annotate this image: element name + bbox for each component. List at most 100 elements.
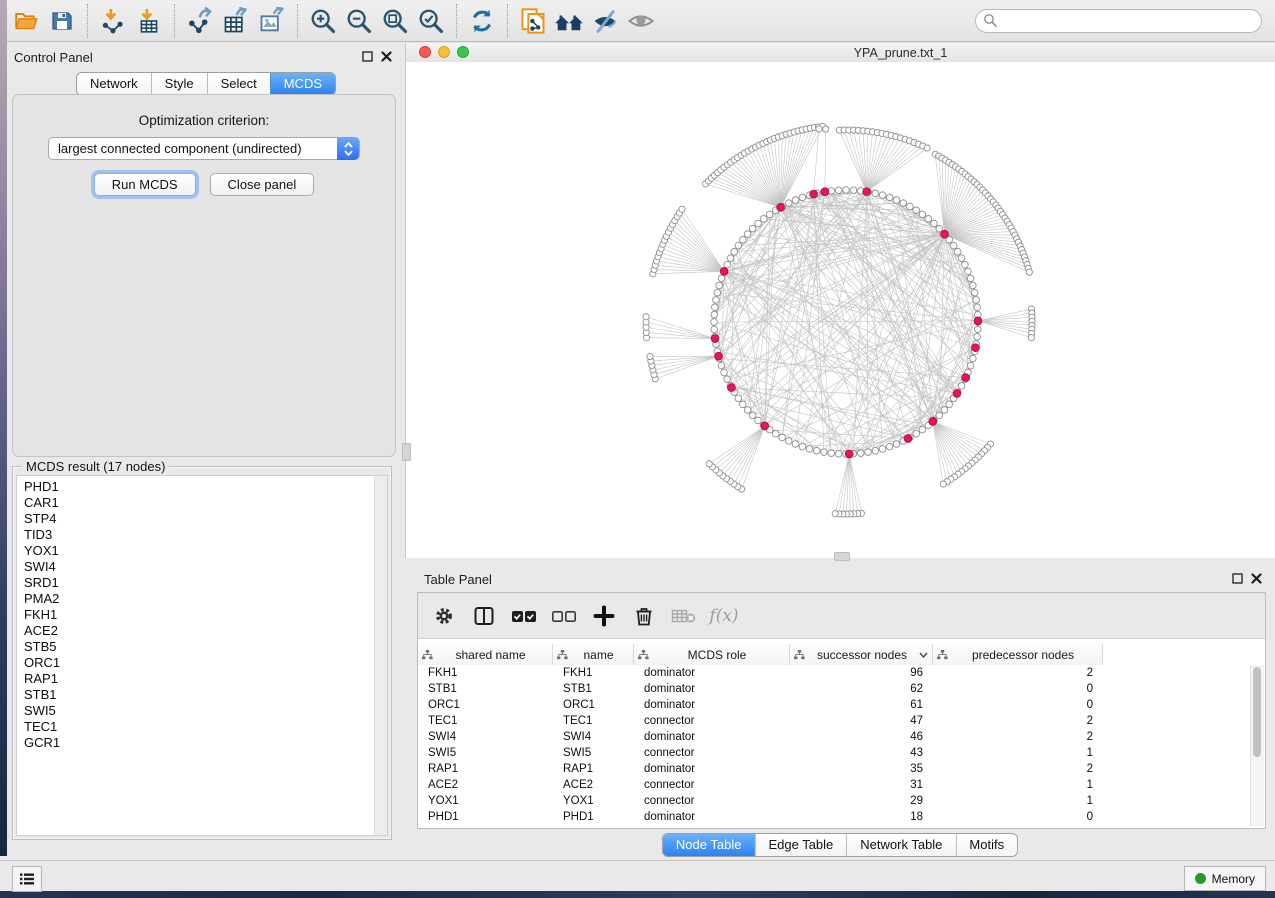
table-scrollbar[interactable] [1250,665,1264,826]
cell-mcds-role[interactable]: dominator [634,697,790,713]
table-row[interactable]: FKH1FKH1dominator962 [418,665,1264,681]
vertical-splitter-grip[interactable] [402,443,411,461]
cell-mcds-role[interactable]: dominator [634,665,790,681]
table-row[interactable]: SWI5SWI5connector431 [418,745,1264,761]
mcds-result-item[interactable]: SRD1 [24,575,387,591]
table-row[interactable]: SWI4SWI4dominator462 [418,729,1264,745]
column-header-MCDS-role[interactable]: MCDS role [634,644,790,665]
cell-name[interactable]: ACE2 [553,777,634,793]
cell-successor-nodes[interactable]: 18 [790,809,933,825]
float-panel-icon[interactable] [362,51,373,62]
tab-node-table[interactable]: Node Table [663,834,755,856]
cell-name[interactable]: TEC1 [553,713,634,729]
table-row[interactable]: ACE2ACE2connector311 [418,777,1264,793]
go-home-icon[interactable] [551,4,587,38]
import-network-icon[interactable] [95,4,131,38]
table-row[interactable]: STB1STB1dominator620 [418,681,1264,697]
mcds-result-item[interactable]: SWI5 [24,703,387,719]
mcds-result-item[interactable]: YOX1 [24,543,387,559]
mcds-result-item[interactable]: PMA2 [24,591,387,607]
cell-predecessor-nodes[interactable]: 1 [933,777,1103,793]
cell-predecessor-nodes[interactable]: 0 [933,809,1103,825]
function-builder-icon[interactable]: f(x) [710,602,738,630]
network-window-titlebar[interactable]: YPA_prune.txt_1 [406,43,1275,63]
cell-successor-nodes[interactable]: 96 [790,665,933,681]
cell-predecessor-nodes[interactable]: 0 [933,681,1103,697]
cell-shared-name[interactable]: ACE2 [418,777,553,793]
cell-successor-nodes[interactable]: 47 [790,713,933,729]
run-mcds-button[interactable]: Run MCDS [94,173,196,196]
clone-network-icon[interactable] [515,4,551,38]
apply-layout-icon[interactable] [464,4,500,38]
delete-table-icon[interactable] [670,602,698,630]
cell-shared-name[interactable]: SWI4 [418,729,553,745]
mcds-result-item[interactable]: SWI4 [24,559,387,575]
mcds-result-item[interactable]: FKH1 [24,607,387,623]
cell-name[interactable]: PHD1 [553,809,634,825]
column-header-shared-name[interactable]: shared name [418,644,553,665]
open-session-icon[interactable] [8,4,44,38]
memory-button[interactable]: Memory [1184,866,1266,891]
show-graphics-details-icon[interactable] [623,4,659,38]
cell-predecessor-nodes[interactable]: 1 [933,745,1103,761]
zoom-in-icon[interactable] [305,4,341,38]
tab-motifs[interactable]: Motifs [955,834,1017,856]
table-scrollbar-thumb[interactable] [1253,667,1261,757]
cell-successor-nodes[interactable]: 31 [790,777,933,793]
mcds-result-item[interactable]: STB5 [24,639,387,655]
cell-mcds-role[interactable]: connector [634,713,790,729]
export-table-icon[interactable] [218,4,254,38]
column-header-predecessor-nodes[interactable]: predecessor nodes [933,644,1103,665]
column-header-successor-nodes[interactable]: successor nodes [790,644,933,665]
close-panel-icon[interactable] [381,51,392,62]
cell-name[interactable]: FKH1 [553,665,634,681]
cell-mcds-role[interactable]: connector [634,793,790,809]
select-all-rows-icon[interactable] [510,602,538,630]
close-table-panel-icon[interactable] [1251,573,1262,584]
cell-successor-nodes[interactable]: 62 [790,681,933,697]
cell-mcds-role[interactable]: dominator [634,681,790,697]
float-table-panel-icon[interactable] [1232,573,1243,584]
table-row[interactable]: TEC1TEC1connector472 [418,713,1264,729]
mcds-result-item[interactable]: CAR1 [24,495,387,511]
mcds-result-item[interactable]: STP4 [24,511,387,527]
cell-mcds-role[interactable]: dominator [634,809,790,825]
cell-mcds-role[interactable]: dominator [634,729,790,745]
tab-network-table[interactable]: Network Table [846,834,955,856]
mcds-result-item[interactable]: STB1 [24,687,387,703]
cell-name[interactable]: SWI5 [553,745,634,761]
cell-predecessor-nodes[interactable]: 2 [933,761,1103,777]
cell-name[interactable]: STB1 [553,681,634,697]
import-table-icon[interactable] [131,4,167,38]
show-columns-icon[interactable] [470,602,498,630]
cell-predecessor-nodes[interactable]: 0 [933,697,1103,713]
mcds-result-item[interactable]: PHD1 [24,479,387,495]
cell-mcds-role[interactable]: connector [634,745,790,761]
zoom-out-icon[interactable] [341,4,377,38]
mcds-result-item[interactable]: TEC1 [24,719,387,735]
table-row[interactable]: ORC1ORC1dominator610 [418,697,1264,713]
table-row[interactable]: YOX1YOX1connector291 [418,793,1264,809]
table-row[interactable]: PHD1PHD1dominator180 [418,809,1264,825]
cell-successor-nodes[interactable]: 35 [790,761,933,777]
cell-shared-name[interactable]: STB1 [418,681,553,697]
mcds-list-scrollbar[interactable] [374,476,387,835]
horizontal-splitter-grip[interactable] [834,552,850,561]
cell-mcds-role[interactable]: connector [634,777,790,793]
cell-shared-name[interactable]: TEC1 [418,713,553,729]
export-network-icon[interactable] [182,4,218,38]
table-row[interactable]: RAP1RAP1dominator352 [418,761,1264,777]
search-input[interactable] [975,9,1262,33]
export-image-icon[interactable] [254,4,290,38]
cell-name[interactable]: RAP1 [553,761,634,777]
mcds-result-item[interactable]: ORC1 [24,655,387,671]
cell-successor-nodes[interactable]: 61 [790,697,933,713]
deselect-all-rows-icon[interactable] [550,602,578,630]
cell-successor-nodes[interactable]: 46 [790,729,933,745]
cell-successor-nodes[interactable]: 29 [790,793,933,809]
close-panel-button[interactable]: Close panel [210,173,315,196]
tab-edge-table[interactable]: Edge Table [754,834,846,856]
cell-successor-nodes[interactable]: 43 [790,745,933,761]
cell-name[interactable]: ORC1 [553,697,634,713]
cell-shared-name[interactable]: YOX1 [418,793,553,809]
